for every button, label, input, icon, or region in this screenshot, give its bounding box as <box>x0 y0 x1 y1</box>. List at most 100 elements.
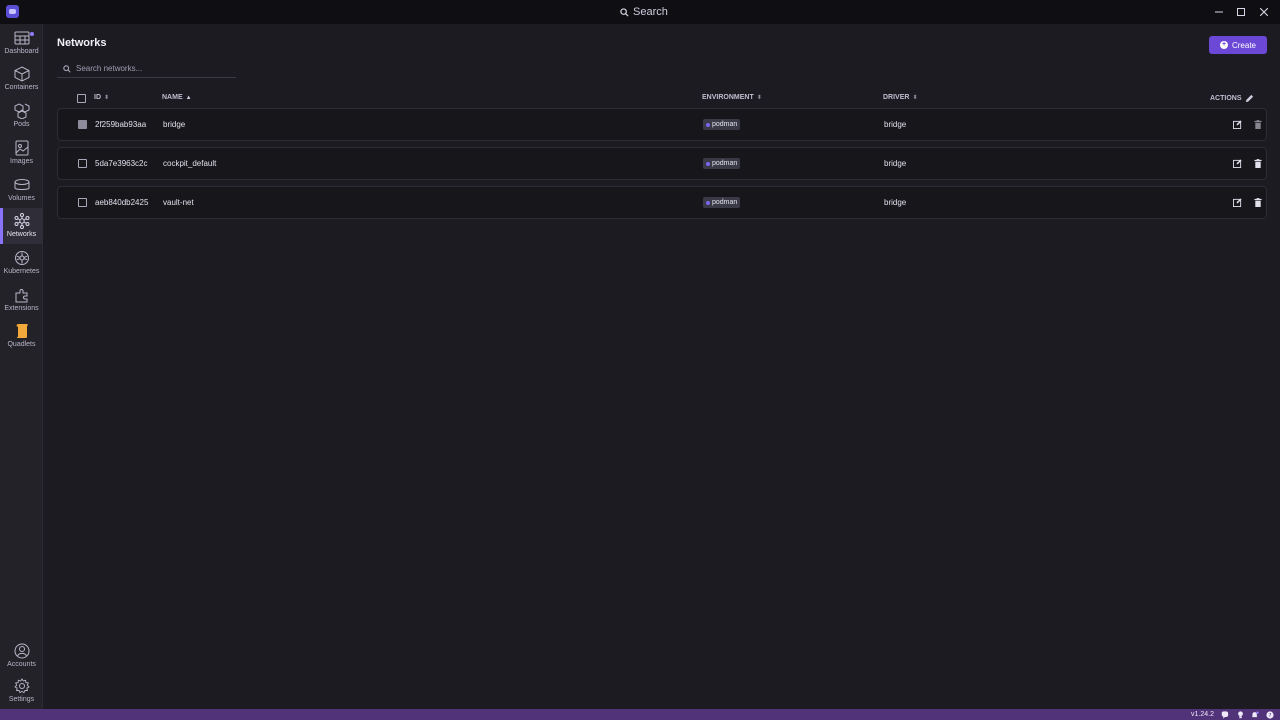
environment-cell: podman <box>703 148 741 179</box>
close-window-button[interactable] <box>1256 4 1272 20</box>
column-header-environment[interactable]: ENVIRONMENT ⬍ <box>702 94 762 101</box>
sidebar-item-quadlets[interactable]: Quadlets <box>0 322 43 356</box>
column-header-label: ENVIRONMENT <box>702 94 754 101</box>
sidebar-item-label: Settings <box>8 696 35 703</box>
environment-badge: podman <box>703 197 741 208</box>
network-driver: bridge <box>884 198 907 207</box>
environment-badge: podman <box>703 158 741 169</box>
row-checkbox-cell <box>78 148 87 179</box>
table-header: ID ⬍ NAME ▲ ENVIRONMENT ⬍ DRIVER ⬍ ACTIO… <box>57 90 1267 106</box>
status-bar: v1.24.2 ? <box>0 709 1280 720</box>
network-id: 5da7e3963c2c <box>95 159 148 168</box>
sidebar-item-label: Quadlets <box>7 341 36 348</box>
sort-icon: ⬍ <box>104 95 110 101</box>
search-icon <box>620 7 629 17</box>
create-button-label: Create <box>1231 40 1256 50</box>
sidebar-item-label: Extensions <box>4 305 39 312</box>
row-checkbox[interactable] <box>78 198 87 207</box>
sidebar-item-settings[interactable]: Settings <box>0 677 43 711</box>
environment-badge: podman <box>703 119 741 130</box>
network-name[interactable]: cockpit_default <box>163 148 216 179</box>
network-name[interactable]: vault-net <box>163 187 194 218</box>
svg-text:?: ? <box>1269 713 1272 719</box>
network-driver: bridge <box>884 120 907 129</box>
select-all-checkbox-wrap <box>77 94 86 103</box>
table-row[interactable]: 2f259bab93aa bridge podman bridge <box>57 108 1267 141</box>
settings-icon <box>13 677 31 695</box>
create-network-button[interactable]: + Create <box>1209 36 1267 54</box>
maximize-icon <box>1237 8 1245 16</box>
sidebar-item-images[interactable]: Images <box>0 139 43 173</box>
lightbulb-icon[interactable] <box>1236 710 1244 719</box>
network-name[interactable]: bridge <box>163 109 185 140</box>
edit-icon[interactable] <box>1232 159 1242 169</box>
environment-cell: podman <box>703 109 741 140</box>
sidebar-item-kubernetes[interactable]: Kubernetes <box>0 249 43 283</box>
sort-ascending-icon: ▲ <box>185 94 192 101</box>
row-checkbox-disabled <box>78 120 87 129</box>
column-header-actions: ACTIONS <box>1210 94 1254 103</box>
edit-pencil-icon[interactable] <box>1245 94 1254 103</box>
sidebar-item-containers[interactable]: Containers <box>0 65 43 99</box>
minimize-icon <box>1215 11 1223 13</box>
column-header-driver[interactable]: DRIVER ⬍ <box>883 94 917 101</box>
sidebar-item-label: Volumes <box>8 195 35 202</box>
extensions-icon <box>13 286 31 304</box>
column-header-label: ACTIONS <box>1210 95 1242 102</box>
sidebar-item-extensions[interactable]: Extensions <box>0 286 43 320</box>
column-header-id[interactable]: ID ⬍ <box>94 94 109 101</box>
minimize-button[interactable] <box>1211 4 1227 20</box>
edit-icon[interactable] <box>1232 198 1242 208</box>
sidebar-item-label: Networks <box>6 231 37 238</box>
help-icon[interactable]: ? <box>1266 710 1274 719</box>
column-header-label: NAME <box>162 94 183 101</box>
podman-dot-icon <box>706 161 710 166</box>
actions-cell <box>1232 148 1242 179</box>
sidebar-item-volumes[interactable]: Volumes <box>0 176 43 210</box>
container-icon <box>13 65 31 83</box>
delete-trash-icon[interactable] <box>1253 120 1263 130</box>
table-row[interactable]: aeb840db2425 vault-net podman bridge <box>57 186 1267 219</box>
images-icon <box>13 139 31 157</box>
sidebar-item-label: Kubernetes <box>3 268 40 275</box>
sidebar-item-pods[interactable]: Pods <box>0 102 43 136</box>
page-title: Networks <box>57 37 107 49</box>
search-input[interactable] <box>76 64 226 73</box>
actions-cell <box>1253 187 1263 218</box>
chat-icon[interactable] <box>1221 710 1229 719</box>
search-bar <box>57 60 236 78</box>
sidebar: Dashboard Containers Pods Images Volumes… <box>0 24 43 709</box>
title-bar: Search <box>0 0 1280 24</box>
sidebar-item-dashboard[interactable]: Dashboard <box>0 29 43 63</box>
pods-icon <box>13 102 31 120</box>
edit-icon[interactable] <box>1232 120 1242 130</box>
sidebar-item-label: Pods <box>13 121 30 128</box>
sort-icon: ⬍ <box>912 95 918 101</box>
delete-trash-icon[interactable] <box>1253 159 1263 169</box>
quadlets-icon <box>13 322 31 340</box>
dashboard-icon <box>13 29 31 47</box>
bell-icon[interactable] <box>1251 711 1259 719</box>
networks-icon <box>13 212 31 230</box>
sidebar-item-label: Containers <box>4 84 39 91</box>
column-header-label: ID <box>94 94 101 101</box>
delete-trash-icon[interactable] <box>1253 198 1263 208</box>
column-header-name[interactable]: NAME ▲ <box>162 94 192 101</box>
close-icon <box>1260 8 1268 16</box>
sort-icon: ⬍ <box>756 95 762 101</box>
row-checkbox[interactable] <box>78 159 87 168</box>
volumes-icon <box>13 176 31 194</box>
global-search-button[interactable]: Search <box>620 5 668 19</box>
kubernetes-icon <box>13 249 31 267</box>
maximize-button[interactable] <box>1233 4 1249 20</box>
network-id: aeb840db2425 <box>95 198 149 207</box>
table-row[interactable]: 5da7e3963c2c cockpit_default podman brid… <box>57 147 1267 180</box>
search-icon <box>63 64 71 73</box>
plus-circle-icon: + <box>1219 41 1228 49</box>
sidebar-item-accounts[interactable]: Accounts <box>0 642 43 676</box>
account-icon <box>13 642 31 660</box>
sidebar-item-networks[interactable]: Networks <box>0 208 43 244</box>
select-all-checkbox[interactable] <box>77 94 86 103</box>
actions-cell <box>1253 148 1263 179</box>
environment-label: podman <box>712 160 738 167</box>
